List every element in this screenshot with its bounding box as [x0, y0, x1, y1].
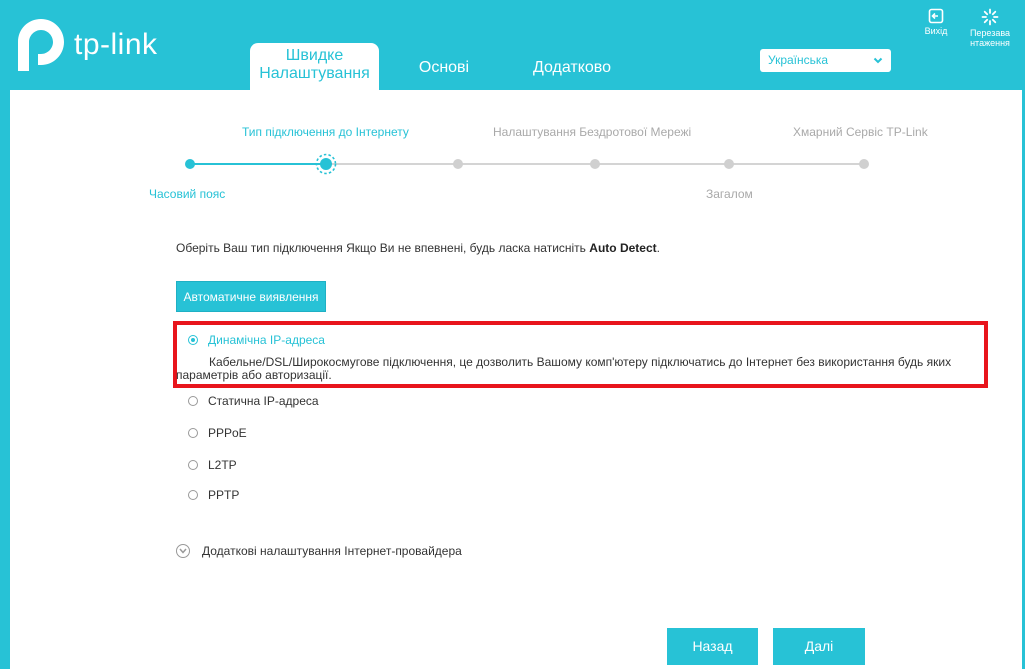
radio-pptp[interactable]: [188, 490, 198, 500]
tab-advanced[interactable]: Додатково: [526, 56, 618, 80]
step-dot-wireless: [453, 159, 463, 169]
intro-text: Оберіть Ваш тип підключення Якщо Ви не в…: [176, 241, 660, 255]
auto-detect-term: Auto Detect: [589, 241, 657, 255]
step-connection-type-label: Тип підключення до Інтернету: [242, 125, 409, 139]
chevron-circle-down-icon: [176, 544, 190, 558]
tp-link-logo-icon: [10, 14, 72, 76]
option-dynamic-ip[interactable]: Динамічна IP-адреса: [188, 333, 325, 347]
reboot-label-line1: Перезава: [969, 28, 1011, 38]
step-wireless-label: Налаштування Бездротової Мережі: [493, 125, 692, 139]
radio-pppoe[interactable]: [188, 428, 198, 438]
language-value: Українська: [768, 53, 829, 67]
option-pppoe-label: PPPoE: [208, 426, 247, 440]
auto-detect-button[interactable]: Автоматичне виявлення: [176, 281, 326, 312]
step-cloud-label: Хмарний Сервіс TP-Link: [793, 125, 928, 139]
language-select[interactable]: Українська: [760, 49, 891, 72]
exit-button[interactable]: Вихід: [914, 8, 958, 36]
radio-l2tp[interactable]: [188, 460, 198, 470]
option-dynamic-ip-label: Динамічна IP-адреса: [208, 333, 325, 347]
tab-quick-setup-line2: Налаштування: [259, 65, 370, 82]
logo-text: tp-link: [74, 28, 158, 61]
isp-settings-toggle[interactable]: Додаткові налаштування Інтернет-провайде…: [176, 544, 462, 558]
progress-track-done: [190, 163, 325, 165]
step-dot-cloud: [859, 159, 869, 169]
back-button[interactable]: Назад: [667, 628, 758, 665]
option-pptp-label: PPTP: [208, 488, 240, 502]
reboot-icon: [981, 8, 999, 26]
dynamic-ip-description: Кабельне/DSL/Широкосмугове підключення, …: [176, 355, 952, 382]
tab-quick-setup-line1: Швидке: [285, 47, 344, 64]
reboot-button[interactable]: Перезава нтаження: [966, 8, 1014, 48]
option-static-ip-label: Статична IP-адреса: [208, 394, 319, 408]
option-pptp[interactable]: PPTP: [188, 488, 239, 502]
step-dot-current-icon: [315, 153, 337, 175]
tp-link-logo[interactable]: tp-link: [10, 14, 158, 76]
reboot-label-line2: нтаження: [970, 38, 1010, 48]
radio-dynamic-ip[interactable]: [188, 335, 198, 345]
header-bar: tp-link Швидке Налаштування Основі Додат…: [0, 0, 1025, 90]
main-panel: Тип підключення до Інтернету Налаштуванн…: [10, 90, 1022, 669]
option-pppoe[interactable]: PPPoE: [188, 426, 247, 440]
next-button[interactable]: Далі: [773, 628, 865, 665]
step-dot-summary-prev: [590, 159, 600, 169]
exit-label: Вихід: [924, 26, 948, 36]
step-dot-timezone: [185, 159, 195, 169]
step-dot-summary: [724, 159, 734, 169]
logout-icon: [928, 8, 944, 24]
tab-quick-setup[interactable]: Швидке Налаштування: [250, 43, 379, 90]
step-summary-label: Загалом: [706, 187, 753, 201]
step-timezone-label: Часовий пояс: [149, 187, 226, 201]
chevron-down-icon: [873, 49, 883, 81]
radio-static-ip[interactable]: [188, 396, 198, 406]
option-l2tp[interactable]: L2TP: [188, 458, 237, 472]
tab-basic[interactable]: Основі: [414, 56, 474, 80]
option-static-ip[interactable]: Статична IP-адреса: [188, 394, 319, 408]
isp-settings-label: Додаткові налаштування Інтернет-провайде…: [202, 544, 462, 558]
option-l2tp-label: L2TP: [208, 458, 237, 472]
